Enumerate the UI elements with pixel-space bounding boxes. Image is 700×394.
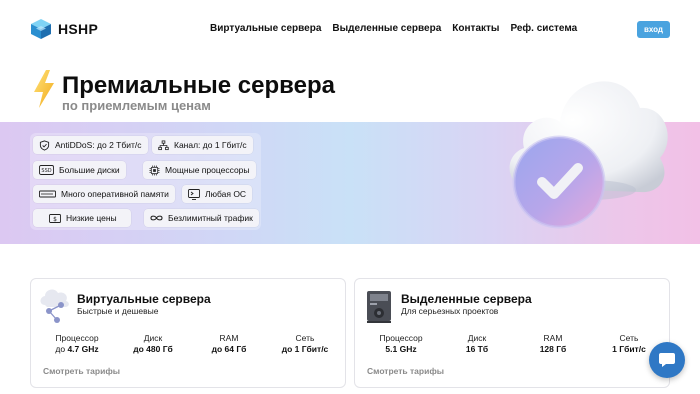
shield-icon: [39, 139, 50, 151]
card-virtual-servers: Виртуальные сервера Быстрые и дешевые Пр…: [30, 278, 346, 388]
svg-text:$: $: [53, 215, 57, 222]
feature-cpu: Мощные процессоры: [143, 161, 256, 179]
chat-button[interactable]: [649, 342, 685, 378]
card-title: Выделенные сервера: [401, 292, 532, 306]
card-subtitle: Быстрые и дешевые: [77, 306, 159, 316]
feature-antiddos: AntiDDoS: до 2 Тбит/с: [33, 136, 148, 154]
site-header: HSHP Виртуальные сервера Выделенные серв…: [0, 0, 700, 58]
spec-ram: RAM до 64 Гб: [211, 333, 247, 354]
feature-traffic: Безлимитный трафик: [144, 209, 259, 227]
spec-cpu: Процессор 5.1 GHz: [379, 333, 423, 354]
login-button[interactable]: вход: [637, 21, 670, 38]
spec-network: Сеть до 1 Гбит/с: [281, 333, 329, 354]
feature-disks: SSD Большие диски: [33, 161, 126, 179]
cloud-check-illustration: [509, 81, 668, 229]
logo[interactable]: HSHP: [30, 18, 98, 40]
infinity-icon: [150, 215, 163, 221]
nav-item-dedicated-servers[interactable]: Выделенные сервера: [332, 23, 441, 34]
os-icon: [188, 188, 200, 200]
svg-text:SSD: SSD: [41, 168, 51, 174]
main-nav: Виртуальные сервера Выделенные сервера К…: [210, 23, 577, 34]
cpu-icon: [149, 164, 160, 176]
cloud-share-icon: [40, 289, 69, 323]
card-title: Виртуальные сервера: [77, 292, 211, 306]
nav-item-virtual-servers[interactable]: Виртуальные сервера: [210, 23, 321, 34]
network-icon: [158, 140, 169, 150]
spec-disk: Диск до 480 Гб: [133, 333, 173, 354]
page-subtitle: по приемлемым ценам: [62, 98, 211, 113]
feature-ram: Много оперативной памяти: [33, 185, 175, 203]
spec-list: Процессор 5.1 GHz Диск 16 Тб RAM 128 Гб Сет…: [365, 333, 665, 355]
spec-cpu: Процессор до 4.7 GHz: [55, 333, 99, 354]
spec-list: Процессор до 4.7 GHz Диск до 480 Гб RAM до …: [41, 333, 341, 355]
logo-cube-icon: [31, 19, 51, 39]
view-tariffs-link[interactable]: Смотреть тарифы: [367, 366, 444, 376]
feature-os: Любая ОС: [182, 185, 253, 203]
money-icon: $: [49, 213, 61, 223]
ssd-icon: SSD: [39, 165, 54, 175]
nav-item-contacts[interactable]: Контакты: [452, 23, 499, 34]
page-title: Премиальные сервера: [62, 72, 335, 99]
card-dedicated-servers: Выделенные сервера Для серьезных проекто…: [354, 278, 670, 388]
spec-ram: RAM 128 Гб: [539, 333, 567, 354]
features-panel: AntiDDoS: до 2 Тбит/с Канал: до 1 Гбит/с…: [30, 133, 261, 230]
nav-item-referral[interactable]: Реф. система: [510, 23, 577, 34]
server-tower-icon: [367, 291, 391, 323]
logo-text: HSHP: [58, 21, 99, 37]
card-subtitle: Для серьезных проектов: [401, 306, 499, 316]
view-tariffs-link[interactable]: Смотреть тарифы: [43, 366, 120, 376]
feature-channel: Канал: до 1 Гбит/с: [152, 136, 253, 154]
lightning-icon: [34, 70, 54, 108]
feature-prices: $ Низкие цены: [33, 209, 131, 227]
ram-icon: [39, 190, 56, 197]
spec-disk: Диск 16 Тб: [465, 333, 489, 354]
chat-bubble-icon: [659, 353, 675, 367]
